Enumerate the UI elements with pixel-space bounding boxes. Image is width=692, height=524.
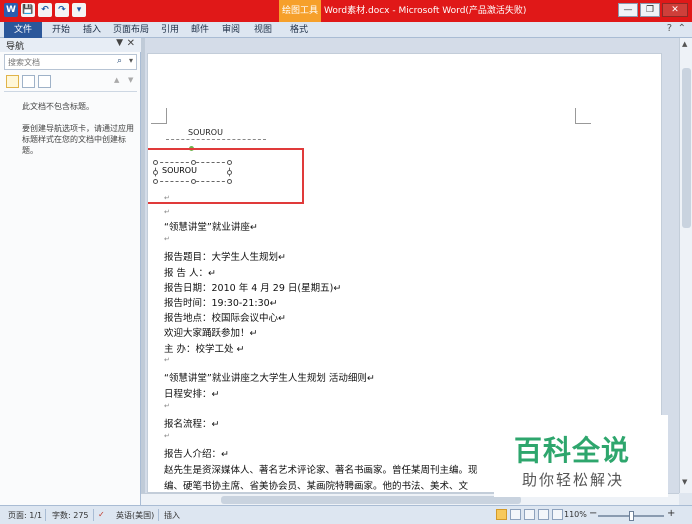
scrollbar-thumb[interactable] bbox=[221, 496, 521, 504]
scroll-up-icon[interactable]: ▲ bbox=[682, 40, 687, 48]
watermark-title: 百科全说 bbox=[514, 434, 631, 467]
nav-options-icon[interactable]: ▼ bbox=[116, 38, 123, 48]
nav-close-icon[interactable]: ✕ bbox=[127, 38, 135, 49]
crop-mark bbox=[575, 108, 591, 124]
watermark-subtitle: 助你轻松解决 bbox=[522, 471, 625, 489]
status-bar: 页面: 1/1 字数: 275 ✓ 英语(美国) 插入 110% − + bbox=[0, 505, 692, 524]
no-headings-message: 此文档不包含标题。 bbox=[22, 102, 94, 111]
drawing-tools-context-header: 绘图工具 bbox=[279, 0, 321, 22]
search-icon[interactable]: ⌕ bbox=[117, 56, 122, 66]
customize-qat-icon[interactable]: ▾ bbox=[72, 3, 86, 17]
tab-format[interactable]: 格式 bbox=[282, 22, 316, 38]
doc-line[interactable]: 报告题目：大学生人生规划↵ bbox=[164, 249, 286, 263]
doc-line[interactable]: “领慧讲堂”就业讲座之大学生人生规划 活动细则↵ bbox=[164, 370, 375, 384]
paragraph-mark: ↵ bbox=[164, 235, 170, 243]
tab-insert[interactable]: 插入 bbox=[78, 22, 106, 38]
tab-pages-view[interactable] bbox=[22, 75, 35, 88]
doc-line[interactable]: 报 告 人：↵ bbox=[164, 265, 216, 279]
paragraph-mark: ↵ bbox=[164, 432, 170, 440]
doc-line[interactable]: 报告日期：2010 年 4 月 29 日(星期五)↵ bbox=[164, 280, 341, 294]
zoom-out-button[interactable]: − bbox=[589, 508, 597, 519]
ribbon-tabs: 文件 开始 插入 页面布局 引用 邮件 审阅 视图 格式 ? ⌃ bbox=[0, 22, 692, 38]
nav-next-icon[interactable]: ▼ bbox=[128, 76, 133, 84]
paragraph-mark: ↵ bbox=[164, 208, 170, 216]
tab-headings-view[interactable] bbox=[6, 75, 19, 88]
divider bbox=[158, 509, 159, 521]
word-app-icon[interactable]: W bbox=[4, 3, 18, 17]
help-icon[interactable]: ? bbox=[667, 23, 672, 34]
nav-pane-header: 导航 ▼ ✕ bbox=[0, 38, 141, 52]
header-text[interactable]: SOUROU bbox=[188, 128, 223, 137]
zoom-level[interactable]: 110% bbox=[564, 510, 587, 519]
nav-search-input[interactable] bbox=[8, 56, 113, 68]
doc-line[interactable]: 报告时间：19:30-21:30↵ bbox=[164, 295, 278, 309]
doc-line[interactable]: 欢迎大家踊跃参加！↵ bbox=[164, 325, 257, 339]
print-layout-view-icon[interactable] bbox=[496, 509, 507, 520]
scrollbar-thumb[interactable] bbox=[682, 68, 691, 228]
undo-icon[interactable]: ↶ bbox=[38, 3, 52, 17]
doc-line[interactable]: 报告人介绍：↵ bbox=[164, 446, 229, 460]
doc-line[interactable]: 赵先生是资深媒体人、著名艺术评论家、著名书画家。曾任某周刊主编。现 bbox=[164, 462, 478, 476]
nav-previous-icon[interactable]: ▲ bbox=[114, 76, 119, 84]
zoom-in-button[interactable]: + bbox=[667, 508, 675, 519]
tab-results-view[interactable] bbox=[38, 75, 51, 88]
tab-file[interactable]: 文件 bbox=[4, 22, 42, 38]
close-button[interactable]: ✕ bbox=[662, 3, 688, 17]
doc-line[interactable]: 主 办：校学工处 ↵ bbox=[164, 341, 245, 355]
outline-view-icon[interactable] bbox=[538, 509, 549, 520]
minimize-ribbon-icon[interactable]: ⌃ bbox=[678, 23, 686, 34]
window-title: Word素材.docx - Microsoft Word(产品激活失败) bbox=[324, 6, 527, 16]
draft-view-icon[interactable] bbox=[552, 509, 563, 520]
tab-references[interactable]: 引用 bbox=[156, 22, 184, 38]
spelling-check-icon[interactable]: ✓ bbox=[98, 510, 105, 519]
save-icon[interactable]: 💾 bbox=[21, 3, 35, 17]
divider bbox=[45, 509, 46, 521]
navigation-pane: 导航 ▼ ✕ ⌕ ▾ ▲ ▼ 此文档不包含标题。 要创建导航选项卡，请通过应用标… bbox=[0, 38, 141, 505]
scroll-down-icon[interactable]: ▼ bbox=[682, 478, 687, 486]
zoom-slider-knob[interactable] bbox=[629, 511, 634, 521]
minimize-button[interactable]: — bbox=[618, 3, 638, 17]
web-layout-icon[interactable] bbox=[524, 509, 535, 520]
annotation-highlight-box bbox=[148, 148, 304, 204]
nav-pane-title: 导航 bbox=[6, 42, 25, 52]
redo-icon[interactable]: ↷ bbox=[55, 3, 69, 17]
divider bbox=[93, 509, 94, 521]
window-controls: — ❐ ✕ bbox=[618, 3, 688, 17]
word-count[interactable]: 字数: 275 bbox=[52, 510, 89, 521]
insert-mode-indicator[interactable]: 插入 bbox=[164, 510, 180, 521]
doc-line[interactable]: 日程安排：↵ bbox=[164, 386, 219, 400]
paragraph-mark: ↵ bbox=[164, 402, 170, 410]
chevron-down-icon[interactable]: ▾ bbox=[129, 56, 133, 65]
tab-review[interactable]: 审阅 bbox=[216, 22, 246, 38]
vertical-scrollbar[interactable]: ▲ ▼ bbox=[679, 38, 692, 493]
tab-mailings[interactable]: 邮件 bbox=[186, 22, 214, 38]
tab-page-layout[interactable]: 页面布局 bbox=[108, 22, 154, 38]
tab-home[interactable]: 开始 bbox=[46, 22, 76, 38]
paragraph-mark: ↵ bbox=[164, 356, 170, 364]
crop-mark bbox=[151, 108, 167, 124]
doc-line[interactable]: 报名流程：↵ bbox=[164, 416, 219, 430]
nav-search-box: ⌕ ▾ bbox=[4, 54, 137, 70]
create-nav-message: 要创建导航选项卡，请通过应用标题样式在您的文档中创建标题。 bbox=[22, 124, 134, 155]
doc-line[interactable]: “领慧讲堂”就业讲座↵ bbox=[164, 219, 258, 233]
title-bar: W 💾 ↶ ↷ ▾ 绘图工具 Word素材.docx - Microsoft W… bbox=[0, 0, 692, 22]
tab-view[interactable]: 视图 bbox=[248, 22, 278, 38]
doc-line[interactable]: 报告地点：校国际会议中心↵ bbox=[164, 310, 286, 324]
vertical-ruler bbox=[141, 38, 145, 493]
divider bbox=[4, 91, 137, 92]
doc-line[interactable]: 编、硬笔书协主席、省美协会员、某画院特聘画家。他的书法、美术、文 bbox=[164, 478, 468, 492]
page-count[interactable]: 页面: 1/1 bbox=[8, 510, 42, 521]
quick-access-toolbar: W 💾 ↶ ↷ ▾ bbox=[4, 3, 86, 17]
language-indicator[interactable]: 英语(美国) bbox=[116, 510, 154, 521]
watermark: 百科全说 助你轻松解决 bbox=[494, 415, 668, 497]
maximize-button[interactable]: ❐ bbox=[640, 3, 660, 17]
paragraph-mark: ↵ bbox=[164, 194, 170, 202]
full-screen-reading-icon[interactable] bbox=[510, 509, 521, 520]
nav-view-tabs bbox=[6, 75, 51, 88]
